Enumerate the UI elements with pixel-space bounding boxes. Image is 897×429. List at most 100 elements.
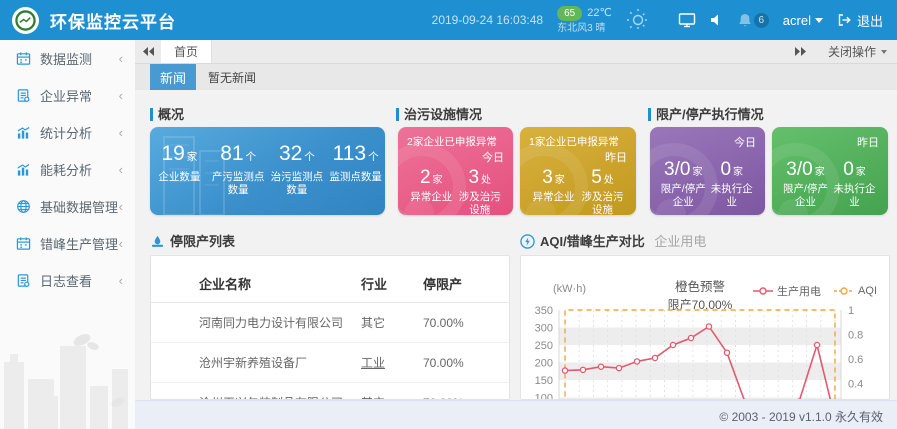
calendar-icon bbox=[16, 236, 31, 251]
news-bar: 新闻 暂无新闻 bbox=[135, 64, 897, 90]
section-title-aqi-compare: AQI/错峰生产对比 企业用电 bbox=[520, 234, 706, 249]
copyright-label: © 2003 - 2019 v1.1.0 永久有效 bbox=[719, 408, 883, 425]
user-menu[interactable]: acrel bbox=[783, 13, 823, 28]
enterprise-name: 河南同力电力设计有限公司 bbox=[151, 303, 361, 343]
suspension-ratio: 70.00% bbox=[423, 303, 509, 343]
restriction-today-card: 今日 3/0家 限产/停产企业 0家 未执行企业 bbox=[650, 127, 765, 215]
stat-non-executing-enterprises: 0家 未执行企业 bbox=[708, 159, 757, 209]
card-headline: 1家企业已申报异常 bbox=[529, 134, 627, 149]
chevron-left-icon: ‹ bbox=[119, 236, 123, 251]
bar-chart-icon bbox=[16, 125, 31, 140]
table-header-row: 企业名称 行业 停限产 bbox=[151, 266, 509, 303]
datetime: 2019-09-24 16:03:48 bbox=[432, 13, 543, 27]
temperature-label: 22℃ bbox=[587, 7, 612, 20]
enterprise-name: 沧州天兴包装制品有限公司 bbox=[151, 383, 361, 401]
stat-abnormal-enterprises: 2家 异常企业 bbox=[407, 167, 456, 215]
aqi-chart-panel: (kW·h) 橙色预警 限产70.00% 生产用电 AQI 3503002 bbox=[520, 255, 890, 400]
sidebar-item-logs[interactable]: 日志查看 ‹ bbox=[0, 262, 135, 299]
restriction-yesterday-card: 昨日 3/0家 限产/停产企业 0家 未执行企业 bbox=[772, 127, 888, 215]
line-chart: 35030025020015010010.80.60.40.2 bbox=[521, 306, 889, 400]
card-day-label: 今日 bbox=[407, 149, 504, 165]
suspension-ratio: 70.00% bbox=[423, 343, 509, 383]
caret-down-icon bbox=[815, 18, 823, 23]
stat-non-executing-enterprises: 0家 未执行企业 bbox=[830, 159, 879, 209]
card-day-label: 昨日 bbox=[781, 134, 879, 150]
top-header: 环保监控云平台 2019-09-24 16:03:48 65 22℃ 东北风3 … bbox=[0, 0, 897, 40]
sidebar-item-label: 企业异常 bbox=[40, 86, 92, 105]
brand: 环保监控云平台 bbox=[0, 7, 176, 34]
city-skyline-watermark bbox=[0, 324, 135, 429]
chevron-left-icon: ‹ bbox=[119, 273, 123, 288]
svg-text:0.8: 0.8 bbox=[848, 330, 863, 342]
sidebar-item-energy-analysis[interactable]: 能耗分析 ‹ bbox=[0, 151, 135, 188]
tabs-scroll-left-button[interactable] bbox=[135, 40, 161, 63]
weather-widget: 65 22℃ 东北风3 晴 bbox=[557, 6, 612, 35]
file-icon bbox=[16, 273, 31, 288]
calendar-icon bbox=[16, 51, 31, 66]
legend-marker-icon bbox=[834, 287, 854, 295]
tab-label: 首页 bbox=[174, 43, 198, 60]
sidebar-item-base-data[interactable]: 基础数据管理 ‹ bbox=[0, 188, 135, 225]
logout-button[interactable]: 退出 bbox=[837, 11, 883, 30]
card-day-label: 今日 bbox=[659, 134, 756, 150]
sidebar-item-data-monitoring[interactable]: 数据监测 ‹ bbox=[0, 40, 135, 77]
stat-involved-facilities: 3处 涉及治污设施 bbox=[456, 167, 505, 215]
app-logo-icon bbox=[12, 7, 39, 34]
chevron-left-icon: ‹ bbox=[119, 162, 123, 177]
file-icon bbox=[16, 88, 31, 103]
sidebar-item-label: 错峰生产管理 bbox=[40, 234, 118, 253]
tab-home[interactable]: 首页 bbox=[161, 40, 212, 63]
suspension-table: 企业名称 行业 停限产 河南同力电力设计有限公司 其它 70.00% 沧州宇新养… bbox=[151, 266, 509, 400]
col-enterprise-name: 企业名称 bbox=[151, 266, 361, 303]
speaker-icon[interactable] bbox=[710, 13, 724, 27]
overview-stat-treatment-points: 32个 治污监测点数量 bbox=[268, 142, 327, 197]
sidebar-item-peak-production[interactable]: 错峰生产管理 ‹ bbox=[0, 225, 135, 262]
enterprise-power-link[interactable]: 企业用电 bbox=[654, 234, 706, 249]
monitor-icon[interactable] bbox=[678, 12, 696, 28]
col-industry: 行业 bbox=[361, 266, 423, 303]
chart-legend: 生产用电 AQI bbox=[753, 283, 877, 299]
tabs-scroll-right-button[interactable] bbox=[788, 40, 814, 63]
card-headline: 2家企业已申报异常 bbox=[407, 134, 504, 149]
stat-restricted-enterprises: 3/0家 限产/停产企业 bbox=[781, 159, 830, 209]
overview-stat-monitor-points: 113个 监测点数量 bbox=[326, 142, 385, 197]
svg-text:350: 350 bbox=[535, 306, 553, 317]
close-operations-label: 关闭操作 bbox=[828, 43, 876, 60]
svg-text:100: 100 bbox=[535, 393, 553, 401]
header-toolbar: 2019-09-24 16:03:48 65 22℃ 东北风3 晴 bbox=[432, 6, 897, 35]
sidebar-item-label: 数据监测 bbox=[40, 49, 92, 68]
stat-restricted-enterprises: 3/0家 限产/停产企业 bbox=[659, 159, 708, 209]
sidebar-item-enterprise-abnormal[interactable]: 企业异常 ‹ bbox=[0, 77, 135, 114]
enterprise-name: 沧州宇新养殖设备厂 bbox=[151, 343, 361, 383]
main-content: 首页 关闭操作 新闻 暂无新闻 概况 治污设施情况 限产/停产执行情况 bbox=[135, 40, 897, 429]
sidebar-nav: 数据监测 ‹ 企业异常 ‹ 统计分析 ‹ 能耗分析 ‹ 基础数据管理 ‹ 错峰生… bbox=[0, 40, 136, 429]
industry: 其它 bbox=[361, 383, 423, 401]
close-operations-menu[interactable]: 关闭操作 bbox=[828, 43, 887, 60]
section-title-restriction: 限产/停产执行情况 bbox=[648, 107, 764, 122]
overview-stat-pollution-points: 81个 产污监测点数量 bbox=[209, 142, 268, 197]
section-title-overview: 概况 bbox=[150, 107, 184, 122]
logout-label: 退出 bbox=[857, 11, 883, 30]
username-label: acrel bbox=[783, 13, 811, 28]
news-button[interactable]: 新闻 bbox=[150, 64, 196, 90]
globe-icon bbox=[16, 199, 31, 214]
legend-production-power[interactable]: 生产用电 bbox=[753, 283, 821, 299]
section-title-suspension-list: 停限产列表 bbox=[150, 234, 235, 249]
treatment-today-card: 2家企业已申报异常 今日 2家 异常企业 3处 涉及治污设施 bbox=[398, 127, 513, 215]
notifications-button[interactable]: 6 bbox=[738, 13, 769, 28]
sun-icon bbox=[626, 8, 650, 32]
treatment-yesterday-card: 1家企业已申报异常 昨日 3家 异常企业 5处 涉及治污设施 bbox=[520, 127, 636, 215]
sidebar-item-label: 日志查看 bbox=[40, 271, 92, 290]
sidebar-item-statistics[interactable]: 统计分析 ‹ bbox=[0, 114, 135, 151]
legend-aqi[interactable]: AQI bbox=[834, 283, 877, 299]
overview-card: 19家 企业数量 81个 产污监测点数量 32个 治污监测点数量 113个 监测… bbox=[150, 127, 385, 215]
footer: © 2003 - 2019 v1.1.0 永久有效 bbox=[135, 400, 897, 429]
svg-text:300: 300 bbox=[535, 323, 553, 335]
chevron-left-icon: ‹ bbox=[119, 51, 123, 66]
chevron-left-icon: ‹ bbox=[119, 88, 123, 103]
weather-desc-label: 晴 bbox=[595, 23, 605, 34]
lightning-circle-icon bbox=[520, 234, 535, 249]
industry-link[interactable]: 工业 bbox=[361, 356, 385, 370]
stat-abnormal-enterprises: 3家 异常企业 bbox=[529, 167, 578, 215]
table-row: 沧州天兴包装制品有限公司 其它 70.00% bbox=[151, 383, 509, 401]
